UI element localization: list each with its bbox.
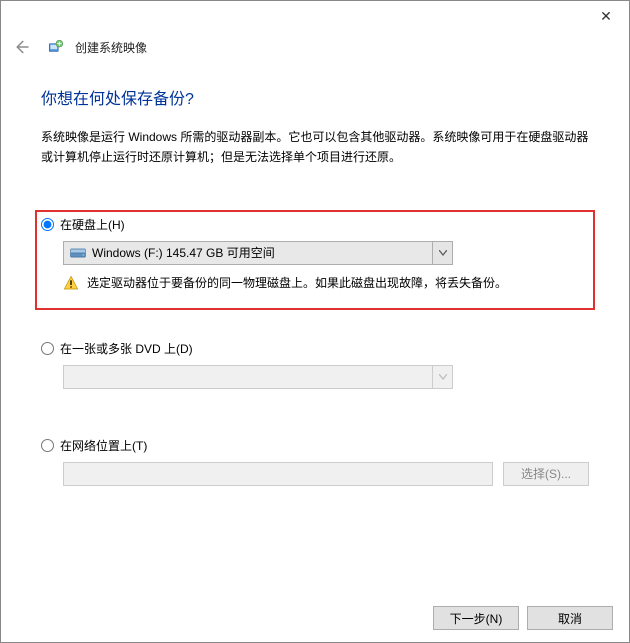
back-button[interactable] — [9, 35, 33, 59]
radio-label-dvd: 在一张或多张 DVD 上(D) — [60, 340, 193, 357]
dvd-combobox — [63, 365, 453, 389]
browse-button: 选择(S)... — [503, 462, 589, 486]
option-dvd: 在一张或多张 DVD 上(D) — [41, 340, 589, 389]
dialog-window: ✕ 创建系统映像 你想在何处保存备份? 系统映像是运行 Windows 所需的驱… — [0, 0, 630, 643]
wizard-title: 创建系统映像 — [75, 39, 147, 56]
warning-text: 选定驱动器位于要备份的同一物理磁盘上。如果此磁盘出现故障，将丢失备份。 — [87, 275, 507, 292]
content-area: 你想在何处保存备份? 系统映像是运行 Windows 所需的驱动器副本。它也可以… — [1, 67, 629, 486]
radio-dvd[interactable] — [41, 342, 54, 355]
drive-combobox[interactable]: Windows (F:) 145.47 GB 可用空间 — [63, 241, 453, 265]
warning-row: 选定驱动器位于要备份的同一物理磁盘上。如果此磁盘出现故障，将丢失备份。 — [63, 275, 589, 292]
next-button[interactable]: 下一步(N) — [433, 606, 519, 630]
chevron-down-icon — [439, 374, 447, 380]
close-button[interactable]: ✕ — [583, 1, 629, 31]
close-icon: ✕ — [600, 8, 612, 25]
browse-button-label: 选择(S)... — [521, 465, 571, 482]
option-hard-disk: 在硬盘上(H) Windows (F:) 145.47 GB 可用空间 — [41, 216, 589, 304]
cancel-button-label: 取消 — [558, 610, 582, 627]
network-path-input — [63, 462, 493, 486]
network-input-row: 选择(S)... — [63, 462, 589, 486]
drive-combobox-arrow[interactable] — [432, 242, 452, 264]
page-heading: 你想在何处保存备份? — [41, 85, 589, 109]
radio-label-network: 在网络位置上(T) — [60, 437, 147, 454]
next-button-label: 下一步(N) — [450, 610, 503, 627]
radio-row-hard-disk[interactable]: 在硬盘上(H) — [41, 216, 589, 233]
chevron-down-icon — [439, 250, 447, 256]
radio-network[interactable] — [41, 439, 54, 452]
cancel-button[interactable]: 取消 — [527, 606, 613, 630]
dvd-combobox-arrow — [432, 366, 452, 388]
page-description: 系统映像是运行 Windows 所需的驱动器副本。它也可以包含其他驱动器。系统映… — [41, 127, 589, 168]
footer-buttons: 下一步(N) 取消 — [433, 606, 613, 630]
radio-row-network[interactable]: 在网络位置上(T) — [41, 437, 589, 454]
title-bar: ✕ — [1, 1, 629, 31]
hard-drive-icon — [70, 247, 86, 259]
header-row: 创建系统映像 — [1, 31, 629, 67]
drive-combobox-text: Windows (F:) 145.47 GB 可用空间 — [92, 244, 432, 261]
radio-label-hard-disk: 在硬盘上(H) — [60, 216, 125, 233]
option-network: 在网络位置上(T) 选择(S)... — [41, 437, 589, 486]
warning-icon — [63, 275, 79, 291]
back-arrow-icon — [12, 38, 30, 56]
radio-row-dvd[interactable]: 在一张或多张 DVD 上(D) — [41, 340, 589, 357]
system-image-icon — [47, 38, 65, 56]
radio-hard-disk[interactable] — [41, 218, 54, 231]
